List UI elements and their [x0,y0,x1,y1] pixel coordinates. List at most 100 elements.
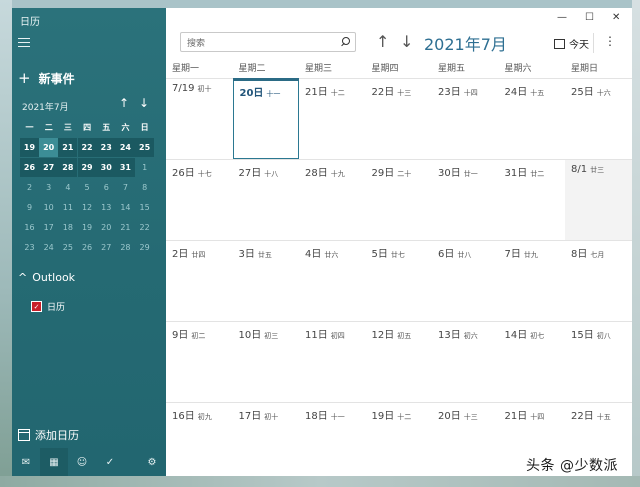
day-cell[interactable]: 23日 十四 [432,79,499,159]
day-cell[interactable]: 20日 十一 [232,78,299,159]
day-cell[interactable]: 14日 初七 [499,322,566,402]
mini-day[interactable]: 15 [135,198,154,217]
mini-day[interactable]: 5 [78,178,97,197]
mini-day[interactable]: 27 [39,158,59,177]
day-cell[interactable]: 31日 廿二 [499,160,566,240]
mini-day[interactable]: 16 [20,218,39,237]
mini-day[interactable]: 25 [58,238,77,257]
close-button[interactable]: ✕ [612,12,620,23]
day-cell[interactable]: 24日 十五 [499,79,566,159]
mini-day[interactable]: 19 [78,218,97,237]
day-cell[interactable]: 11日 初四 [299,322,366,402]
mini-day[interactable]: 27 [97,238,116,257]
mini-day[interactable]: 4 [58,178,77,197]
mini-day[interactable]: 23 [96,138,116,157]
mini-day[interactable]: 20 [39,138,59,157]
search-input[interactable]: 搜索 [180,32,356,52]
day-cell[interactable]: 8日 七月 [565,241,632,321]
maximize-button[interactable]: ☐ [585,12,594,23]
day-cell[interactable]: 10日 初三 [233,322,300,402]
mini-day[interactable]: 21 [58,138,78,157]
mini-day[interactable]: 8 [135,178,154,197]
add-calendar-button[interactable]: 添加日历 [18,427,79,443]
mini-day[interactable]: 18 [58,218,77,237]
day-cell[interactable]: 28日 十九 [299,160,366,240]
mini-day[interactable]: 21 [116,218,135,237]
prev-month-arrow-icon[interactable]: ↑ [376,32,389,51]
mini-day[interactable]: 7 [116,178,135,197]
calendar-checkbox[interactable]: ✓ [31,301,42,312]
lunar-date: 十九 [330,170,345,178]
mail-icon[interactable]: ✉ [12,448,40,476]
day-cell[interactable]: 15日 初八 [565,322,632,402]
day-cell[interactable]: 8/1 廿三 [565,160,632,240]
todo-icon[interactable]: ✓ [96,448,124,476]
day-cell[interactable]: 9日 初二 [166,322,233,402]
people-icon[interactable]: ☺ [68,448,96,476]
day-cell[interactable]: 30日 廿一 [432,160,499,240]
search-icon[interactable] [340,37,350,47]
day-cell[interactable]: 6日 廿八 [432,241,499,321]
mini-day[interactable]: 11 [58,198,77,217]
mini-day[interactable]: 23 [20,238,39,257]
day-cell[interactable]: 7/19 初十 [166,79,233,159]
mini-day[interactable]: 28 [58,158,78,177]
day-cell[interactable]: 27日 十八 [233,160,300,240]
day-cell[interactable]: 26日 十七 [166,160,233,240]
today-button[interactable]: 今天 [554,36,589,51]
mini-day[interactable]: 25 [135,138,155,157]
day-cell[interactable]: 16日 初九 [166,403,233,483]
month-title[interactable]: 2021年7月 [424,31,507,55]
mini-day[interactable]: 19 [20,138,39,157]
mini-day[interactable]: 14 [116,198,135,217]
mini-day[interactable]: 1 [135,158,154,177]
mini-day[interactable]: 30 [96,158,116,177]
mini-day[interactable]: 24 [115,138,135,157]
day-cell[interactable]: 29日 二十 [366,160,433,240]
mini-day[interactable]: 2 [20,178,39,197]
day-cell[interactable]: 13日 初六 [432,322,499,402]
day-cell[interactable]: 18日 十一 [299,403,366,483]
mini-prev-arrow-icon[interactable]: ↑ [119,96,129,110]
gear-icon[interactable]: ⚙ [138,448,166,476]
new-event-button[interactable]: + 新事件 [18,70,75,87]
calendar-toggle[interactable]: ✓ 日历 [31,300,65,313]
calendar-icon[interactable]: ▦ [40,448,68,476]
day-cell[interactable]: 20日 十三 [432,403,499,483]
mini-day[interactable]: 26 [20,158,39,177]
minimize-button[interactable]: — [557,12,567,23]
day-cell[interactable]: 5日 廿七 [366,241,433,321]
mini-day[interactable]: 29 [135,238,154,257]
mini-day[interactable]: 20 [97,218,116,237]
mini-day[interactable]: 3 [39,178,58,197]
day-cell[interactable]: 2日 廿四 [166,241,233,321]
mini-day[interactable]: 10 [39,198,58,217]
more-options-icon[interactable]: ⋮ [604,34,616,48]
next-month-arrow-icon[interactable]: ↓ [400,32,413,51]
mini-day[interactable]: 13 [97,198,116,217]
mini-next-arrow-icon[interactable]: ↓ [139,96,149,110]
hamburger-menu-icon[interactable] [18,38,30,48]
mini-day[interactable]: 22 [135,218,154,237]
mini-day[interactable]: 12 [78,198,97,217]
mini-day[interactable]: 9 [20,198,39,217]
mini-calendar-month[interactable]: 2021年7月 [22,100,69,113]
day-cell[interactable]: 22日 十三 [366,79,433,159]
mini-day[interactable]: 29 [77,158,97,177]
mini-day[interactable]: 6 [97,178,116,197]
day-cell[interactable]: 25日 十六 [565,79,632,159]
mini-day[interactable]: 22 [77,138,97,157]
day-cell[interactable]: 19日 十二 [366,403,433,483]
day-cell[interactable]: 21日 十二 [299,79,366,159]
day-cell[interactable]: 17日 初十 [233,403,300,483]
mini-day[interactable]: 26 [78,238,97,257]
mini-day[interactable]: 24 [39,238,58,257]
day-cell[interactable]: 4日 廿六 [299,241,366,321]
mini-day[interactable]: 28 [116,238,135,257]
day-cell[interactable]: 7日 廿九 [499,241,566,321]
mini-day[interactable]: 31 [115,158,135,177]
day-cell[interactable]: 3日 廿五 [233,241,300,321]
day-cell[interactable]: 12日 初五 [366,322,433,402]
mini-day[interactable]: 17 [39,218,58,237]
outlook-group-toggle[interactable]: ^ Outlook [18,271,75,284]
